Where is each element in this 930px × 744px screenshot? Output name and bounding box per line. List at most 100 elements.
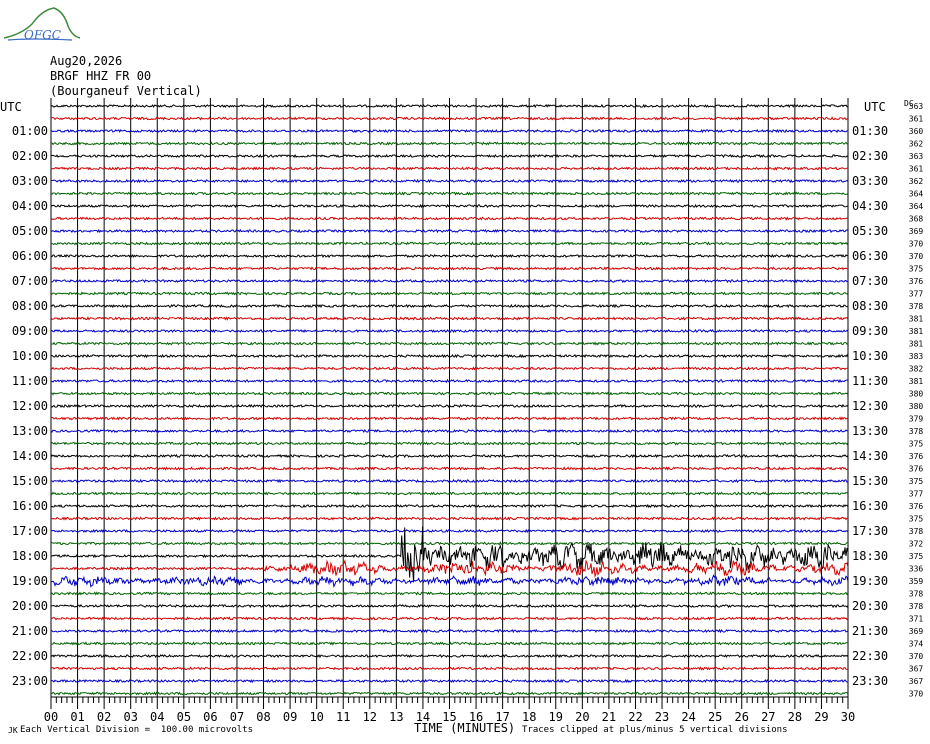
left-hour-label: 06:00 xyxy=(12,249,48,263)
x-tick-label: 28 xyxy=(788,710,802,724)
x-tick-label: 18 xyxy=(522,710,536,724)
dc-offset-label: 375 xyxy=(909,515,924,524)
x-tick-label: 29 xyxy=(814,710,828,724)
dc-offset-label: 367 xyxy=(909,677,924,686)
right-hour-label: 15:30 xyxy=(852,474,888,488)
dc-offset-label: 377 xyxy=(909,290,924,299)
x-tick-label: 09 xyxy=(283,710,297,724)
left-hour-label: 04:00 xyxy=(12,199,48,213)
x-tick-label: 23 xyxy=(655,710,669,724)
dc-offset-label: 376 xyxy=(909,465,924,474)
dc-offset-label: 380 xyxy=(909,390,924,399)
right-hour-label: 08:30 xyxy=(852,299,888,313)
x-tick-label: 05 xyxy=(177,710,191,724)
dc-offset-label: 382 xyxy=(909,365,924,374)
dc-offset-label: 375 xyxy=(909,440,924,449)
x-tick-label: 21 xyxy=(602,710,616,724)
left-hour-label: 07:00 xyxy=(12,274,48,288)
dc-offset-label: 370 xyxy=(909,690,924,699)
right-hour-label: 03:30 xyxy=(852,174,888,188)
x-tick-label: 20 xyxy=(575,710,589,724)
x-tick-label: 11 xyxy=(336,710,350,724)
dc-offset-label: 375 xyxy=(909,552,924,561)
left-hour-label: 02:00 xyxy=(12,149,48,163)
x-tick-label: 10 xyxy=(309,710,323,724)
dc-offset-label: 378 xyxy=(909,590,924,599)
right-hour-label: 20:30 xyxy=(852,599,888,613)
left-hour-label: 11:00 xyxy=(12,374,48,388)
left-hour-label: 20:00 xyxy=(12,599,48,613)
right-utc-label: UTC xyxy=(864,100,886,114)
dc-offset-label: 375 xyxy=(909,265,924,274)
dc-offset-label: 377 xyxy=(909,490,924,499)
dc-offset-label: 363 xyxy=(909,102,924,111)
dc-offset-label: 361 xyxy=(909,115,924,124)
dc-offset-label: 379 xyxy=(909,415,924,424)
dc-offset-label: 376 xyxy=(909,502,924,511)
x-tick-label: 25 xyxy=(708,710,722,724)
left-hour-label: 21:00 xyxy=(12,624,48,638)
dc-offset-label: 378 xyxy=(909,527,924,536)
x-axis-label: TIME (MINUTES) xyxy=(414,721,516,735)
right-hour-label: 22:30 xyxy=(852,649,888,663)
x-tick-label: 06 xyxy=(203,710,217,724)
dc-offset-label: 359 xyxy=(909,577,924,586)
dc-offset-label: 376 xyxy=(909,277,924,286)
left-hour-label: 18:00 xyxy=(12,549,48,563)
x-tick-label: 08 xyxy=(256,710,270,724)
left-utc-label: UTC xyxy=(0,100,22,114)
dc-offset-label: 370 xyxy=(909,652,924,661)
right-hour-label: 14:30 xyxy=(852,449,888,463)
left-hour-label: 09:00 xyxy=(12,324,48,338)
dc-offset-label: 375 xyxy=(909,477,924,486)
dc-offset-label: 360 xyxy=(909,127,924,136)
left-hour-label: 14:00 xyxy=(12,449,48,463)
clip-note: Traces clipped at plus/minus 5 vertical … xyxy=(522,725,788,735)
right-hour-label: 02:30 xyxy=(852,149,888,163)
x-tick-label: 00 xyxy=(44,710,58,724)
right-hour-label: 09:30 xyxy=(852,324,888,338)
dc-offset-label: 381 xyxy=(909,340,924,349)
dc-offset-label: 381 xyxy=(909,377,924,386)
x-tick-label: 22 xyxy=(628,710,642,724)
left-hour-label: 22:00 xyxy=(12,649,48,663)
right-hour-label: 04:30 xyxy=(852,199,888,213)
dc-offset-label: 371 xyxy=(909,615,924,624)
right-hour-label: 21:30 xyxy=(852,624,888,638)
dc-offset-label: 363 xyxy=(909,152,924,161)
dc-offset-label: 381 xyxy=(909,315,924,324)
right-hour-label: 23:30 xyxy=(852,674,888,688)
dc-offset-label: 367 xyxy=(909,665,924,674)
right-hour-label: 11:30 xyxy=(852,374,888,388)
x-tick-label: 26 xyxy=(735,710,749,724)
dc-offset-label: 370 xyxy=(909,252,924,261)
dc-offset-label: 374 xyxy=(909,640,924,649)
dc-offset-label: 378 xyxy=(909,602,924,611)
x-tick-label: 27 xyxy=(761,710,775,724)
right-hour-label: 01:30 xyxy=(852,124,888,138)
left-hour-label: 23:00 xyxy=(12,674,48,688)
dc-offset-label: 376 xyxy=(909,452,924,461)
left-hour-label: 17:00 xyxy=(12,524,48,538)
dc-offset-label: 362 xyxy=(909,140,924,149)
scale-note: Each Vertical Division = 100.00 microvol… xyxy=(20,725,253,735)
left-hour-label: 19:00 xyxy=(12,574,48,588)
dc-offset-label: 364 xyxy=(909,202,924,211)
left-hour-label: 15:00 xyxy=(12,474,48,488)
dc-offset-label: 364 xyxy=(909,190,924,199)
x-tick-label: 07 xyxy=(230,710,244,724)
helicorder-plot: 00 01 02 03 04 05 06 07 08 09 10 11 12 13 14 15 16 17 18 19… xyxy=(0,98,924,724)
x-tick-label: 01 xyxy=(70,710,84,724)
right-hour-label: 07:30 xyxy=(852,274,888,288)
right-hour-label: 18:30 xyxy=(852,549,888,563)
dc-offset-label: 378 xyxy=(909,302,924,311)
right-hour-label: 12:30 xyxy=(852,399,888,413)
right-hour-label: 13:30 xyxy=(852,424,888,438)
right-hour-label: 16:30 xyxy=(852,499,888,513)
dc-offset-label: 383 xyxy=(909,352,924,361)
left-hour-label: 10:00 xyxy=(12,349,48,363)
right-hour-label: 19:30 xyxy=(852,574,888,588)
dc-offset-label: 361 xyxy=(909,165,924,174)
left-hour-label: 13:00 xyxy=(12,424,48,438)
x-tick-label: 12 xyxy=(363,710,377,724)
